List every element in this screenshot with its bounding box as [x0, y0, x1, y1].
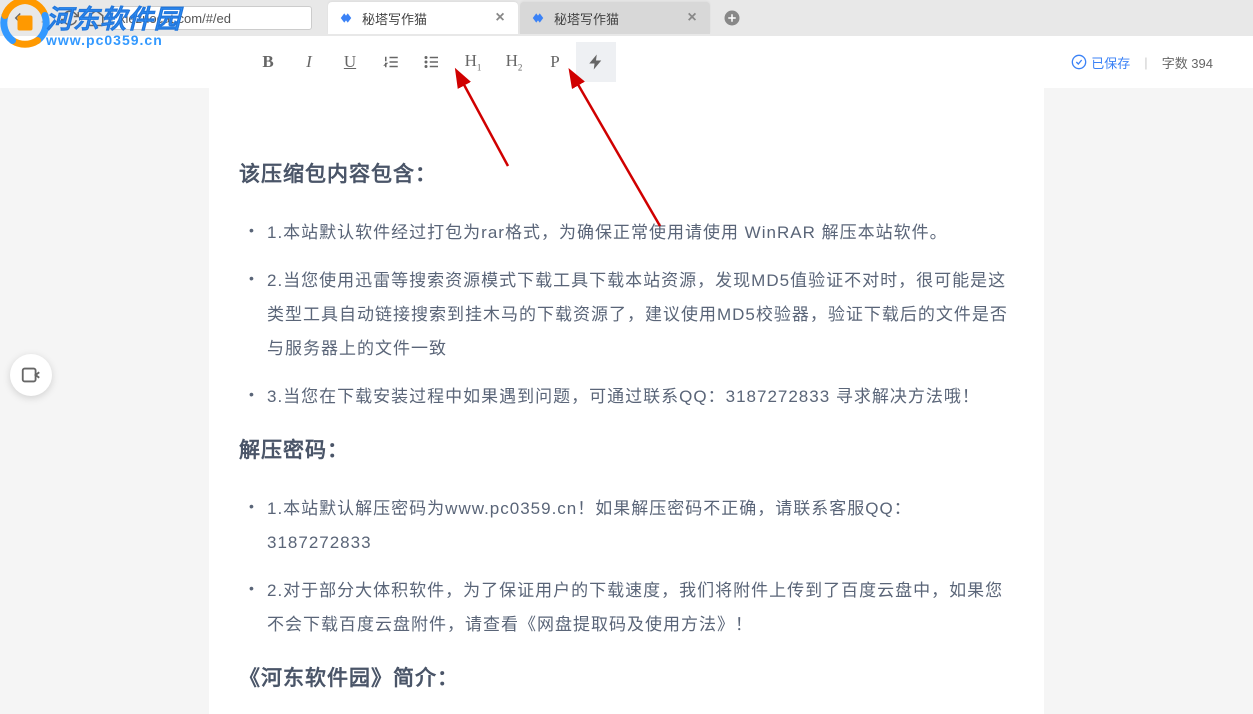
underline-button[interactable]: U — [330, 42, 370, 82]
list-item[interactable]: 2.对于部分大体积软件，为了保证用户的下载速度，我们将附件上传到了百度云盘中，如… — [239, 574, 1014, 642]
unordered-list-button[interactable] — [412, 42, 452, 82]
h2-button[interactable]: H2 — [494, 42, 534, 82]
section-heading[interactable]: 《河东软件园》简介： — [239, 662, 1014, 692]
tab-2[interactable]: 秘塔写作猫 × — [520, 2, 710, 34]
saved-text: 已保存 — [1091, 53, 1130, 72]
editor-page[interactable]: 该压缩包内容包含： 1.本站默认软件经过打包为rar格式，为确保正常使用请使用 … — [209, 88, 1044, 714]
lightning-icon — [586, 53, 606, 71]
ordered-list-icon — [381, 53, 401, 71]
close-icon[interactable]: × — [492, 10, 508, 26]
url-text: xiezuocat.com/#/ed — [119, 11, 231, 26]
url-bar[interactable]: xiezuocat.com/#/ed — [112, 6, 312, 30]
forward-button[interactable] — [34, 8, 54, 28]
sidebar-toggle-button[interactable] — [10, 354, 52, 396]
tab-title: 秘塔写作猫 — [554, 9, 684, 28]
unordered-list-icon — [422, 53, 442, 71]
italic-button[interactable]: I — [289, 42, 329, 82]
tab-favicon-icon — [338, 10, 354, 26]
list-item[interactable]: 1.本站默认解压密码为www.pc0359.cn！如果解压密码不正确，请联系客服… — [239, 492, 1014, 560]
content-list: 1.本站默认软件经过打包为rar格式，为确保正常使用请使用 WinRAR 解压本… — [239, 216, 1014, 414]
tabs-container: 秘塔写作猫 × 秘塔写作猫 × — [328, 0, 746, 36]
reload-button[interactable] — [60, 8, 80, 28]
section-heading[interactable]: 该压缩包内容包含： — [239, 158, 1014, 188]
app-area: B I U H1 H2 P 已保存 | 字数 394 — [0, 36, 1253, 714]
divider: | — [1144, 55, 1147, 70]
editor-wrapper[interactable]: 该压缩包内容包含： 1.本站默认软件经过打包为rar格式，为确保正常使用请使用 … — [0, 88, 1253, 714]
list-item[interactable]: 2.当您使用迅雷等搜索资源模式下载工具下载本站资源，发现MD5值验证不对时，很可… — [239, 264, 1014, 366]
close-icon[interactable]: × — [684, 10, 700, 26]
nav-controls: xiezuocat.com/#/ed — [0, 6, 320, 30]
browser-chrome: xiezuocat.com/#/ed 秘塔写作猫 × 秘塔写作猫 × — [0, 0, 1253, 36]
toolbar-buttons: B I U H1 H2 P — [248, 42, 616, 82]
back-button[interactable] — [8, 8, 28, 28]
add-tab-button[interactable] — [718, 4, 746, 32]
ordered-list-button[interactable] — [371, 42, 411, 82]
paragraph-button[interactable]: P — [535, 42, 575, 82]
tab-favicon-icon — [530, 10, 546, 26]
tab-1[interactable]: 秘塔写作猫 × — [328, 2, 518, 34]
h1-button[interactable]: H1 — [453, 42, 493, 82]
check-circle-icon — [1071, 54, 1087, 70]
list-item[interactable]: 1.本站默认软件经过打包为rar格式，为确保正常使用请使用 WinRAR 解压本… — [239, 216, 1014, 250]
menu-collapse-icon — [20, 364, 42, 386]
tab-title: 秘塔写作猫 — [362, 9, 492, 28]
section-heading[interactable]: 解压密码： — [239, 434, 1014, 464]
bold-button[interactable]: B — [248, 42, 288, 82]
home-button[interactable] — [86, 8, 106, 28]
ai-button[interactable] — [576, 42, 616, 82]
editor-toolbar: B I U H1 H2 P 已保存 | 字数 394 — [0, 36, 1253, 88]
saved-status: 已保存 — [1071, 53, 1130, 72]
word-count: 字数 394 — [1162, 53, 1213, 72]
content-list: 1.本站默认解压密码为www.pc0359.cn！如果解压密码不正确，请联系客服… — [239, 492, 1014, 642]
list-item[interactable]: 3.当您在下载安装过程中如果遇到问题，可通过联系QQ：3187272833 寻求… — [239, 380, 1014, 414]
editor-content[interactable]: 该压缩包内容包含： 1.本站默认软件经过打包为rar格式，为确保正常使用请使用 … — [209, 158, 1044, 692]
toolbar-right: 已保存 | 字数 394 — [1071, 53, 1213, 72]
